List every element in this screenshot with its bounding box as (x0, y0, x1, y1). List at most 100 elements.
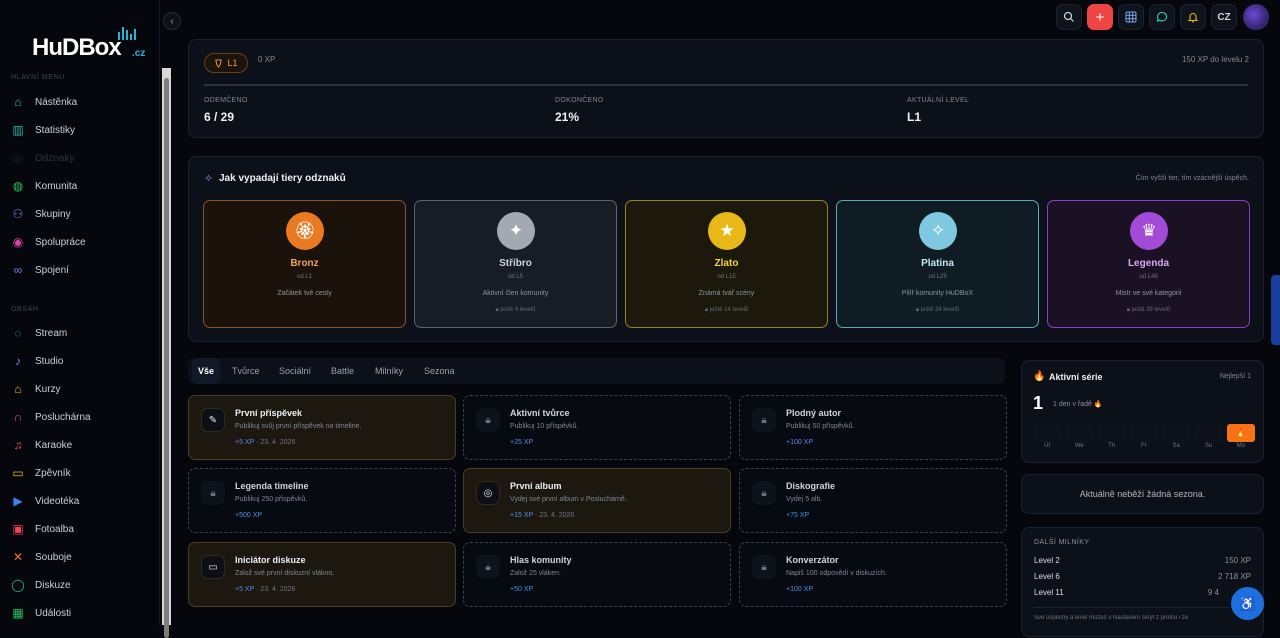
season-card: Aktuálně neběží žádná sezona. (1021, 474, 1264, 514)
tab-5[interactable]: Milníky (375, 358, 403, 384)
sidebar-item-12[interactable]: ♫ Karaoke (8, 434, 158, 456)
sidebar-item-label: Videotéka (35, 495, 80, 507)
streak-day-label: Fr (1141, 443, 1147, 449)
tier-icon: ✦ (497, 212, 535, 250)
broadcast-icon: ◌ (14, 326, 22, 340)
achievement-xp: +500 XP (235, 512, 263, 519)
language-switch[interactable]: CZ (1211, 4, 1237, 30)
sidebar-item-9[interactable]: ♪ Studio (8, 350, 158, 372)
milestone-value: 9 4 (1207, 588, 1219, 597)
sidebar-item-15[interactable]: ▣ Fotoalba (8, 518, 158, 540)
achievement-card[interactable]: 🔒︎ Aktivní tvůrce Publikuj 10 příspěvků. +2… (463, 395, 731, 460)
messages-button[interactable] (1149, 4, 1175, 30)
streak-day-label: Mo (1236, 443, 1245, 449)
achievement-card[interactable]: 🔒︎ Hlas komunity Založ 25 vláken. +50 XP (463, 542, 731, 607)
achievement-card[interactable]: ◎ První album Vydej své první album v Posl… (463, 468, 731, 533)
apps-button[interactable] (1118, 4, 1144, 30)
graduation-cap-icon: ⌂ (14, 382, 22, 396)
flame-icon: 🔥 (1235, 428, 1246, 437)
tier-name: Zlato (714, 258, 739, 269)
home-icon: ⌂ (14, 95, 22, 109)
streak-day-box (1162, 424, 1191, 442)
tab-4[interactable]: Battle (331, 358, 354, 384)
lock-icon: 🔒︎ (704, 307, 709, 313)
sidebar-item-11[interactable]: ∩ Posluchárna (8, 406, 158, 428)
achievement-description: Vydej 5 alb. (786, 496, 823, 503)
sidebar-item-14[interactable]: ▶ Videotéka (8, 490, 158, 512)
target-icon: ◉ (12, 235, 24, 249)
milestones-note: Své úspěchy a level můžeš v Nastavení sk… (1034, 615, 1189, 621)
streak-label: 1 den v řadě 🔥 (1053, 401, 1103, 408)
sidebar-item-2[interactable]: ▥ Statistiky (8, 119, 158, 141)
stat-value-unlocked: 6 / 29 (204, 110, 235, 124)
achievement-card[interactable]: ▭ Iniciátor diskuze Založ své první diskuz… (188, 542, 456, 607)
sidebar-item-8[interactable]: ◌ Stream (8, 322, 158, 344)
tier-icon: ♛ (1130, 212, 1168, 250)
side-handle[interactable] (1271, 275, 1280, 345)
sidebar-item-5[interactable]: ⚇ Skupiny (8, 203, 158, 225)
milestone-label: Level 2 (1034, 556, 1060, 565)
achievement-xp: +100 XP (786, 439, 814, 446)
sidebar-item-13[interactable]: ▭ Zpěvník (8, 462, 158, 484)
sidebar-item-label: Souboje (35, 551, 72, 563)
avatar[interactable] (1243, 4, 1269, 30)
achievement-card[interactable]: 🔒︎ Konverzátor Napiš 100 odpovědí v diskuz… (739, 542, 1007, 607)
accessibility-button[interactable]: ♿ (1231, 587, 1264, 620)
add-button[interactable]: + (1087, 4, 1113, 30)
section-label-content: Obsah (11, 306, 39, 313)
stat-value-completed: 21% (555, 110, 580, 124)
sidebar-item-label: Skupiny (35, 208, 71, 220)
achievement-xp-row: +500 XP (235, 512, 262, 519)
sidebar-item-label: Odznaky (35, 152, 75, 164)
microphone-icon: ♫ (13, 438, 23, 452)
milestones-card: Další milníky Level 2 150 XP Level 6 2 7… (1021, 527, 1264, 637)
tab-6[interactable]: Sezona (424, 358, 455, 384)
sidebar-item-label: Statistiky (35, 124, 76, 136)
sidebar-item-16[interactable]: ✕ Souboje (8, 546, 158, 568)
swords-icon: ✕ (12, 550, 24, 564)
brand-logo[interactable]: HuDBox .cz (32, 27, 150, 62)
sidebar-item-7[interactable]: ∞ Spojení (8, 259, 158, 281)
sidebar-scrollbar[interactable] (162, 68, 171, 638)
achievement-description: Vydej své první album v Posluchárně. (510, 496, 627, 503)
achievement-xp: +5 XP (235, 439, 255, 446)
tab-2[interactable]: Tvůrce (232, 358, 260, 384)
achievement-title: Legenda timeline (235, 481, 309, 491)
tier-name: Legenda (1127, 258, 1170, 269)
sidebar-item-18[interactable]: ▦ Události (8, 602, 158, 624)
achievement-title: První album (510, 481, 562, 491)
users-icon: ⚇ (12, 207, 24, 221)
achievement-card[interactable]: 🔒︎ Diskografie Vydej 5 alb. +75 XP (739, 468, 1007, 533)
sidebar-item-4[interactable]: ◍ Komunita (8, 175, 158, 197)
message-icon: ▭ (201, 555, 225, 579)
achievement-title: Hlas komunity (510, 555, 572, 565)
lock-icon: 🔒︎ (915, 307, 920, 313)
streak-day-label: Th (1108, 443, 1116, 449)
sidebar-item-6[interactable]: ◉ Spolupráce (8, 231, 158, 253)
achievement-tabs: Vše Tvůrce Sociální Battle Milníky Sezona (188, 358, 1005, 384)
section-label-main: Hlavní menu (11, 74, 65, 81)
lock-icon: 🔒︎ (752, 408, 776, 432)
grid-icon (1125, 11, 1137, 23)
sidebar-item-1[interactable]: ⌂ Nástěnka (8, 91, 158, 113)
milestone-value: 150 XP (1224, 556, 1251, 565)
search-button[interactable] (1056, 4, 1082, 30)
achievement-card[interactable]: 🔒︎ Legenda timeline Publikuj 250 příspěvků… (188, 468, 456, 533)
achievement-card[interactable]: ✎ První příspěvek Publikuj svůj první přís… (188, 395, 456, 460)
achievement-xp-row: +100 XP (786, 439, 813, 446)
streak-day-box (1033, 424, 1061, 442)
tab-3[interactable]: Sociální (279, 358, 311, 384)
sidebar-item-label: Kurzy (35, 383, 61, 395)
tier-from: od L25 (928, 274, 947, 280)
achievement-card[interactable]: 🔒︎ Plodný autor Publikuj 50 příspěvků. +100… (739, 395, 1007, 460)
notifications-button[interactable] (1180, 4, 1206, 30)
sidebar-item-3[interactable]: ◎ Odznaky (8, 147, 158, 169)
tier-from: od L1 (296, 274, 312, 280)
sidebar-item-17[interactable]: ◯ Diskuze (8, 574, 158, 596)
tab-1[interactable]: Vše (192, 358, 221, 384)
sidebar-item-10[interactable]: ⌂ Kurzy (8, 378, 158, 400)
sidebar-item-label: Nástěnka (35, 96, 78, 108)
achievement-date: 23. 4. 2026 (260, 439, 296, 446)
stat-label-completed: Dokončeno (555, 97, 604, 104)
streak-day-box (1129, 424, 1158, 442)
